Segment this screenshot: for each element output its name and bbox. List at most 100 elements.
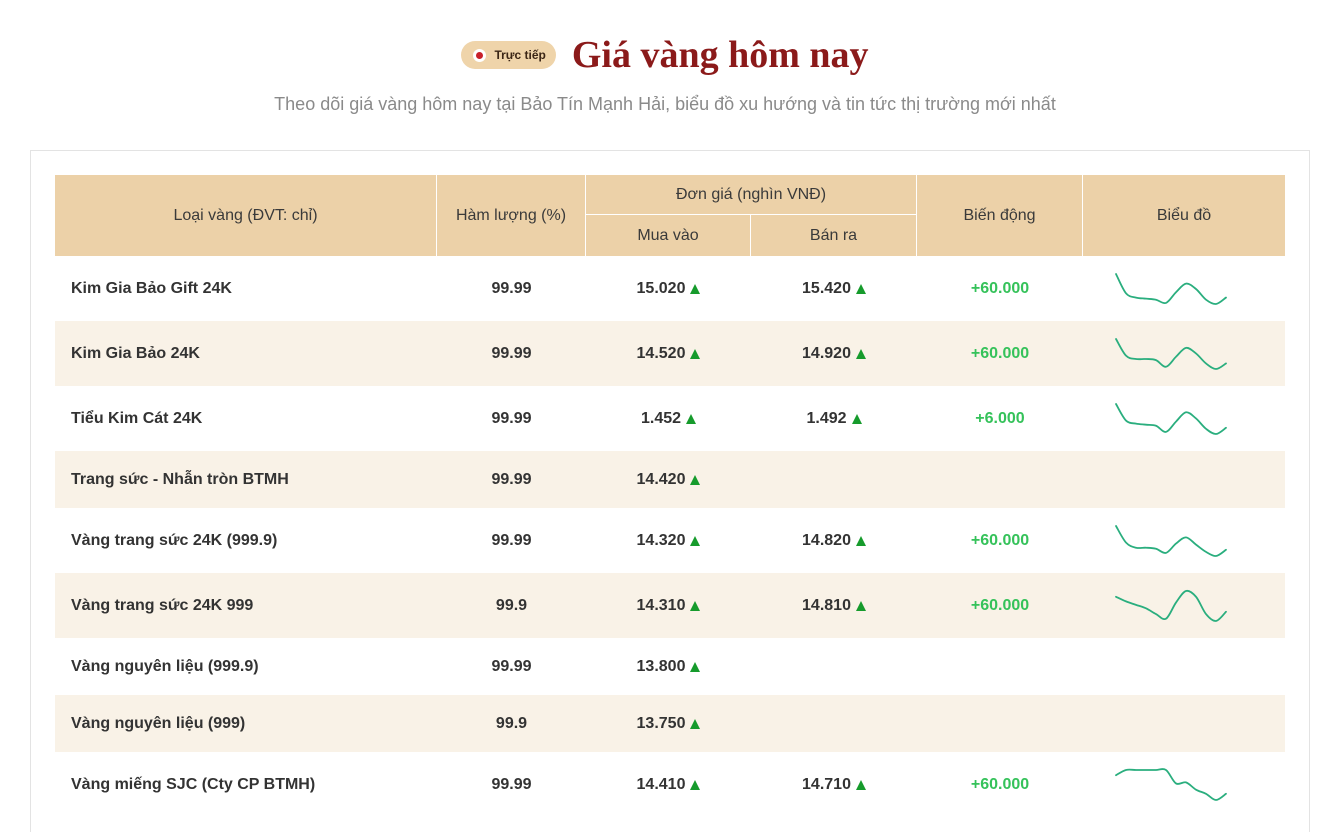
sell-price-cell (751, 695, 917, 752)
sell-price-cell: 14.920 (751, 321, 917, 386)
table-row: Vàng nguyên liệu (999) 99.9 13.750 (55, 695, 1285, 752)
change-cell: +60.000 (917, 321, 1083, 386)
sparkline-line (1115, 589, 1227, 622)
up-arrow-icon (855, 283, 866, 294)
gold-type-cell: Vàng miếng SJC (Cty CP BTMH) (55, 752, 437, 817)
sell-price-value: 14.710 (802, 775, 851, 793)
page-subtitle: Theo dõi giá vàng hôm nay tại Bảo Tín Mạ… (274, 94, 1056, 114)
gold-type-cell: Vàng nguyên liệu (999) (55, 695, 437, 752)
sparkline-line (1115, 272, 1227, 305)
purity-cell: 99.99 (437, 508, 586, 573)
purity-value: 99.9 (495, 596, 528, 614)
up-arrow-icon (855, 348, 866, 359)
change-value: +6.000 (975, 409, 1025, 427)
sell-price-value: 15.420 (802, 279, 851, 297)
price-table-card: Loại vàng (ĐVT: chỉ) Hàm lượng (%) Đơn g… (30, 150, 1310, 832)
change-cell (917, 638, 1083, 695)
sell-price-value: 1.492 (806, 409, 847, 427)
sparkline-line (1115, 767, 1227, 801)
column-header-purity: Hàm lượng (%) (437, 175, 586, 256)
change-cell: +60.000 (917, 256, 1083, 321)
gold-price-table: Loại vàng (ĐVT: chỉ) Hàm lượng (%) Đơn g… (55, 175, 1285, 817)
purity-cell: 99.9 (437, 573, 586, 638)
buy-price-value: 14.310 (636, 596, 686, 614)
sparkline-chart (1115, 337, 1227, 370)
gold-type-cell: Tiểu Kim Cát 24K (55, 386, 437, 451)
up-arrow-icon (690, 474, 701, 485)
purity-cell: 99.9 (437, 695, 586, 752)
gold-type-name: Kim Gia Bảo 24K (71, 344, 200, 362)
column-header-sell: Bán ra (751, 215, 917, 256)
buy-price-value: 1.452 (640, 409, 682, 427)
purity-value: 99.99 (491, 531, 532, 549)
up-arrow-icon (690, 779, 701, 790)
change-cell: +60.000 (917, 752, 1083, 817)
buy-price-value: 14.520 (636, 344, 686, 362)
purity-cell: 99.99 (437, 752, 586, 817)
change-value: +60.000 (970, 596, 1030, 614)
buy-price-cell: 13.750 (586, 695, 751, 752)
buy-price-value: 14.420 (636, 470, 686, 488)
buy-price-value: 13.800 (636, 657, 686, 675)
change-cell: +60.000 (917, 508, 1083, 573)
table-row: Vàng nguyên liệu (999.9) 99.99 13.800 (55, 638, 1285, 695)
buy-price-cell: 14.320 (586, 508, 751, 573)
gold-type-name: Vàng miếng SJC (Cty CP BTMH) (71, 775, 316, 793)
gold-type-name: Tiểu Kim Cát 24K (71, 409, 203, 427)
buy-price-cell: 1.452 (586, 386, 751, 451)
gold-type-name: Vàng nguyên liệu (999.9) (71, 657, 259, 675)
change-value: +60.000 (970, 279, 1030, 297)
gold-type-name: Vàng trang sức 24K (999.9) (71, 531, 278, 549)
purity-value: 99.99 (491, 470, 532, 488)
column-header-gold-type: Loại vàng (ĐVT: chỉ) (55, 175, 437, 256)
gold-type-name: Trang sức - Nhẫn tròn BTMH (71, 470, 289, 488)
sparkline-cell (1083, 256, 1285, 321)
sell-price-cell: 15.420 (751, 256, 917, 321)
column-header-buy: Mua vào (586, 215, 751, 256)
gold-type-name: Vàng trang sức 24K 999 (71, 596, 254, 614)
buy-price-cell: 15.020 (586, 256, 751, 321)
up-arrow-icon (690, 661, 701, 672)
buy-price-cell: 13.800 (586, 638, 751, 695)
buy-price-cell: 14.310 (586, 573, 751, 638)
gold-type-cell: Vàng nguyên liệu (999.9) (55, 638, 437, 695)
up-arrow-icon (855, 779, 866, 790)
live-badge-label: Trực tiếp (494, 48, 546, 62)
table-header: Loại vàng (ĐVT: chỉ) Hàm lượng (%) Đơn g… (55, 175, 1285, 256)
sparkline-chart (1115, 272, 1227, 305)
purity-value: 99.99 (491, 775, 532, 793)
purity-value: 99.99 (491, 409, 532, 427)
sparkline-cell (1083, 451, 1285, 508)
sell-price-cell: 14.810 (751, 573, 917, 638)
up-arrow-icon (690, 348, 701, 359)
gold-type-cell: Kim Gia Bảo 24K (55, 321, 437, 386)
sell-price-value: 14.920 (802, 344, 851, 362)
change-cell (917, 695, 1083, 752)
up-arrow-icon (851, 413, 862, 424)
change-cell (917, 451, 1083, 508)
sparkline-cell (1083, 573, 1285, 638)
purity-cell: 99.99 (437, 321, 586, 386)
buy-price-value: 14.320 (636, 531, 686, 549)
sell-price-cell: 14.710 (751, 752, 917, 817)
column-header-chart: Biểu đồ (1156, 206, 1212, 224)
purity-value: 99.99 (491, 344, 532, 362)
gold-type-cell: Trang sức - Nhẫn tròn BTMH (55, 451, 437, 508)
sparkline-chart (1115, 524, 1227, 557)
up-arrow-icon (690, 600, 701, 611)
buy-price-cell: 14.410 (586, 752, 751, 817)
purity-cell: 99.99 (437, 451, 586, 508)
up-arrow-icon (855, 600, 866, 611)
page-title: Giá vàng hôm nay (571, 34, 869, 76)
page-header: Trực tiếp Giá vàng hôm nay (0, 30, 1330, 80)
buy-price-value: 14.410 (636, 775, 686, 793)
sell-price-cell: 14.820 (751, 508, 917, 573)
table-row: Kim Gia Bảo 24K 99.99 14.520 14.920 +60.000 (55, 321, 1285, 386)
live-badge: Trực tiếp (461, 41, 556, 69)
table-row: Kim Gia Bảo Gift 24K 99.99 15.020 15.420 +60… (55, 256, 1285, 321)
sparkline-chart (1115, 402, 1227, 435)
buy-price-cell: 14.520 (586, 321, 751, 386)
change-value: +60.000 (970, 531, 1030, 549)
table-row: Vàng trang sức 24K (999.9) 99.99 14.320 14.… (55, 508, 1285, 573)
column-header-change: Biến động (917, 175, 1083, 256)
